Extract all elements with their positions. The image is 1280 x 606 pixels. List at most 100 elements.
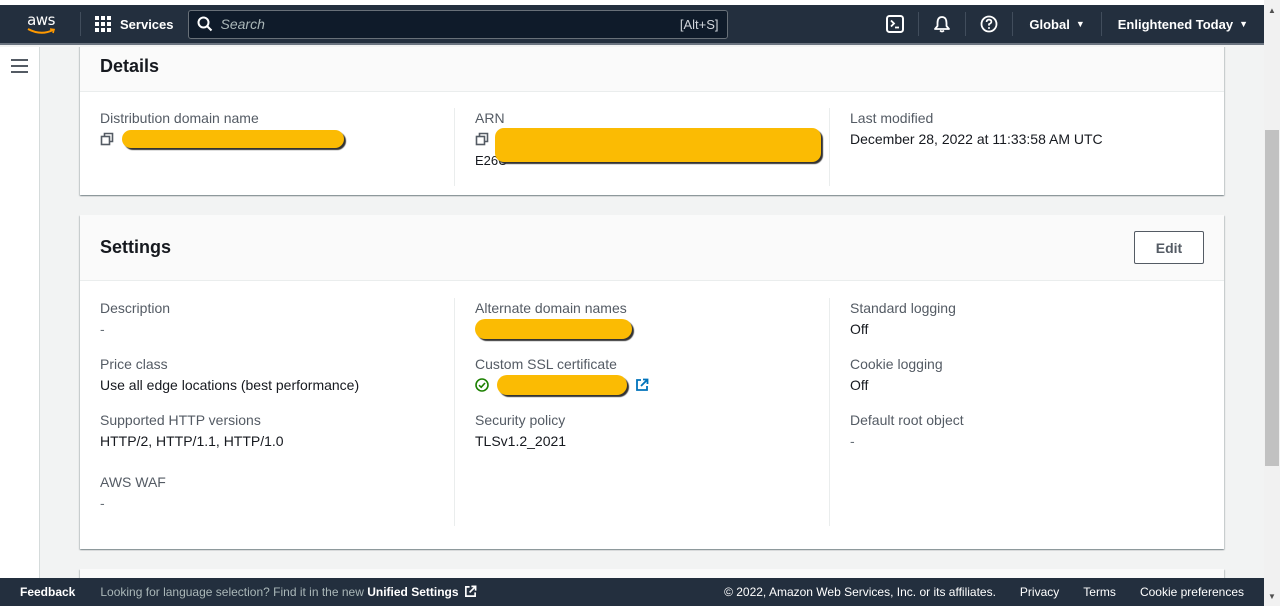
settings-col-3: Standard logging Off Cookie logging Off … [829, 298, 1204, 526]
help-button[interactable] [966, 5, 1012, 43]
region-label: Global [1029, 16, 1070, 32]
redacted-arn [495, 128, 821, 162]
search-box[interactable]: [Alt+S] [187, 9, 728, 39]
footer: Feedback Looking for language selection?… [0, 578, 1264, 606]
field-label: Alternate domain names [475, 300, 627, 316]
aws-waf-field: AWS WAF - [100, 472, 434, 514]
field-label: Security policy [475, 412, 566, 428]
settings-col-1: Description - Price class Use all edge l… [100, 298, 454, 526]
redacted-domain-name [122, 130, 344, 148]
field-value: Off [850, 321, 869, 337]
search-input[interactable] [220, 16, 680, 32]
bell-icon [934, 16, 951, 33]
cloudshell-button[interactable] [872, 5, 918, 43]
services-menu-button[interactable]: Services [95, 16, 174, 32]
settings-columns: Description - Price class Use all edge l… [80, 281, 1224, 542]
distribution-domain-name-field: Distribution domain name [100, 108, 434, 150]
field-label: Last modified [850, 110, 934, 126]
scroll-down-arrow-icon[interactable]: ▼ [1264, 588, 1280, 604]
scrollbar-thumb[interactable] [1265, 130, 1279, 466]
details-col-1: Distribution domain name [100, 108, 454, 186]
privacy-link[interactable]: Privacy [1020, 585, 1059, 599]
caret-down-icon: ▼ [1239, 19, 1248, 29]
field-label: Price class [100, 356, 168, 372]
field-label: Standard logging [850, 300, 956, 316]
arn-value: E26U [475, 128, 821, 172]
cookie-logging-field: Cookie logging Off [850, 354, 1184, 396]
field-value [475, 374, 809, 396]
settings-panel-header: Settings Edit [80, 215, 1224, 281]
field-label: Cookie logging [850, 356, 943, 372]
field-label: Distribution domain name [100, 110, 259, 126]
account-label: Enlightened Today [1117, 16, 1234, 32]
security-policy-field: Security policy TLSv1.2_2021 [475, 410, 809, 452]
settings-col-2: Alternate domain names Custom SSL certif… [454, 298, 829, 526]
external-link-icon[interactable] [635, 378, 649, 392]
field-value: TLSv1.2_2021 [475, 433, 567, 449]
left-sidebar [0, 47, 40, 578]
search-shortcut: [Alt+S] [679, 16, 719, 32]
default-root-object-field: Default root object - [850, 410, 1184, 452]
unified-settings-link[interactable]: Unified Settings [367, 585, 458, 599]
page-scrollbar[interactable]: ▲ ▼ [1264, 0, 1280, 606]
terms-link[interactable]: Terms [1083, 585, 1116, 599]
standard-logging-field: Standard logging Off [850, 298, 1184, 340]
edit-button[interactable]: Edit [1134, 231, 1204, 264]
language-notice-text: Looking for language selection? Find it … [100, 585, 364, 599]
copy-icon[interactable] [475, 132, 489, 146]
language-notice: Looking for language selection? Find it … [100, 585, 477, 599]
field-value [100, 128, 434, 150]
success-check-icon [475, 378, 489, 392]
field-label: Supported HTTP versions [100, 412, 261, 428]
custom-ssl-certificate-field: Custom SSL certificate [475, 354, 809, 396]
top-navigation: aws Services [Alt+S] [0, 5, 1264, 45]
field-value: - [850, 433, 855, 449]
feedback-link[interactable]: Feedback [20, 585, 75, 599]
external-link-icon[interactable] [464, 585, 477, 598]
services-label: Services [120, 16, 174, 32]
aws-logo[interactable]: aws [16, 9, 66, 39]
next-panel [80, 569, 1224, 578]
aws-smile-icon [27, 28, 56, 34]
last-modified-field: Last modified December 28, 2022 at 11:33… [850, 108, 1184, 150]
nav-right-group: Global ▼ Enlightened Today ▼ [872, 5, 1264, 43]
details-panel-header: Details [80, 47, 1224, 92]
scroll-up-arrow-icon[interactable]: ▲ [1264, 2, 1280, 18]
nav-divider [80, 12, 81, 36]
settings-panel: Settings Edit Description - Price class … [80, 215, 1224, 549]
field-value: - [100, 321, 105, 337]
account-menu[interactable]: Enlightened Today ▼ [1102, 17, 1264, 32]
redacted-certificate[interactable] [497, 375, 627, 395]
description-field: Description - [100, 298, 434, 340]
field-value: Off [850, 377, 869, 393]
main-content: Details Distribution domain name ARN E26… [41, 47, 1264, 578]
aws-logo-text: aws [27, 11, 55, 29]
footer-right: © 2022, Amazon Web Services, Inc. or its… [700, 585, 1244, 599]
region-selector[interactable]: Global ▼ [1013, 17, 1100, 32]
cookie-preferences-link[interactable]: Cookie preferences [1140, 585, 1244, 599]
details-panel: Details Distribution domain name ARN E26… [80, 47, 1224, 195]
caret-down-icon: ▼ [1075, 19, 1085, 29]
field-label: ARN [475, 110, 505, 126]
field-value [475, 318, 809, 340]
details-columns: Distribution domain name ARN E26U Last m… [80, 92, 1224, 202]
details-col-2: ARN E26U [454, 108, 829, 186]
field-value: - [100, 495, 105, 511]
cloudshell-icon [886, 15, 905, 33]
menu-toggle-icon[interactable] [11, 59, 28, 73]
copyright-text: © 2022, Amazon Web Services, Inc. or its… [724, 585, 996, 599]
help-icon [980, 15, 998, 33]
field-label: Default root object [850, 412, 964, 428]
price-class-field: Price class Use all edge locations (best… [100, 354, 434, 396]
details-col-3: Last modified December 28, 2022 at 11:33… [829, 108, 1204, 186]
settings-title: Settings [100, 237, 172, 257]
field-value: Use all edge locations (best performance… [100, 377, 360, 393]
details-title: Details [100, 56, 160, 76]
copy-icon[interactable] [100, 132, 114, 146]
arn-field: ARN E26U [475, 108, 821, 172]
field-label: AWS WAF [100, 474, 166, 490]
notifications-button[interactable] [919, 5, 965, 43]
field-value: HTTP/2, HTTP/1.1, HTTP/1.0 [100, 433, 284, 449]
alternate-domain-names-field: Alternate domain names [475, 298, 809, 340]
http-versions-field: Supported HTTP versions HTTP/2, HTTP/1.1… [100, 410, 434, 452]
